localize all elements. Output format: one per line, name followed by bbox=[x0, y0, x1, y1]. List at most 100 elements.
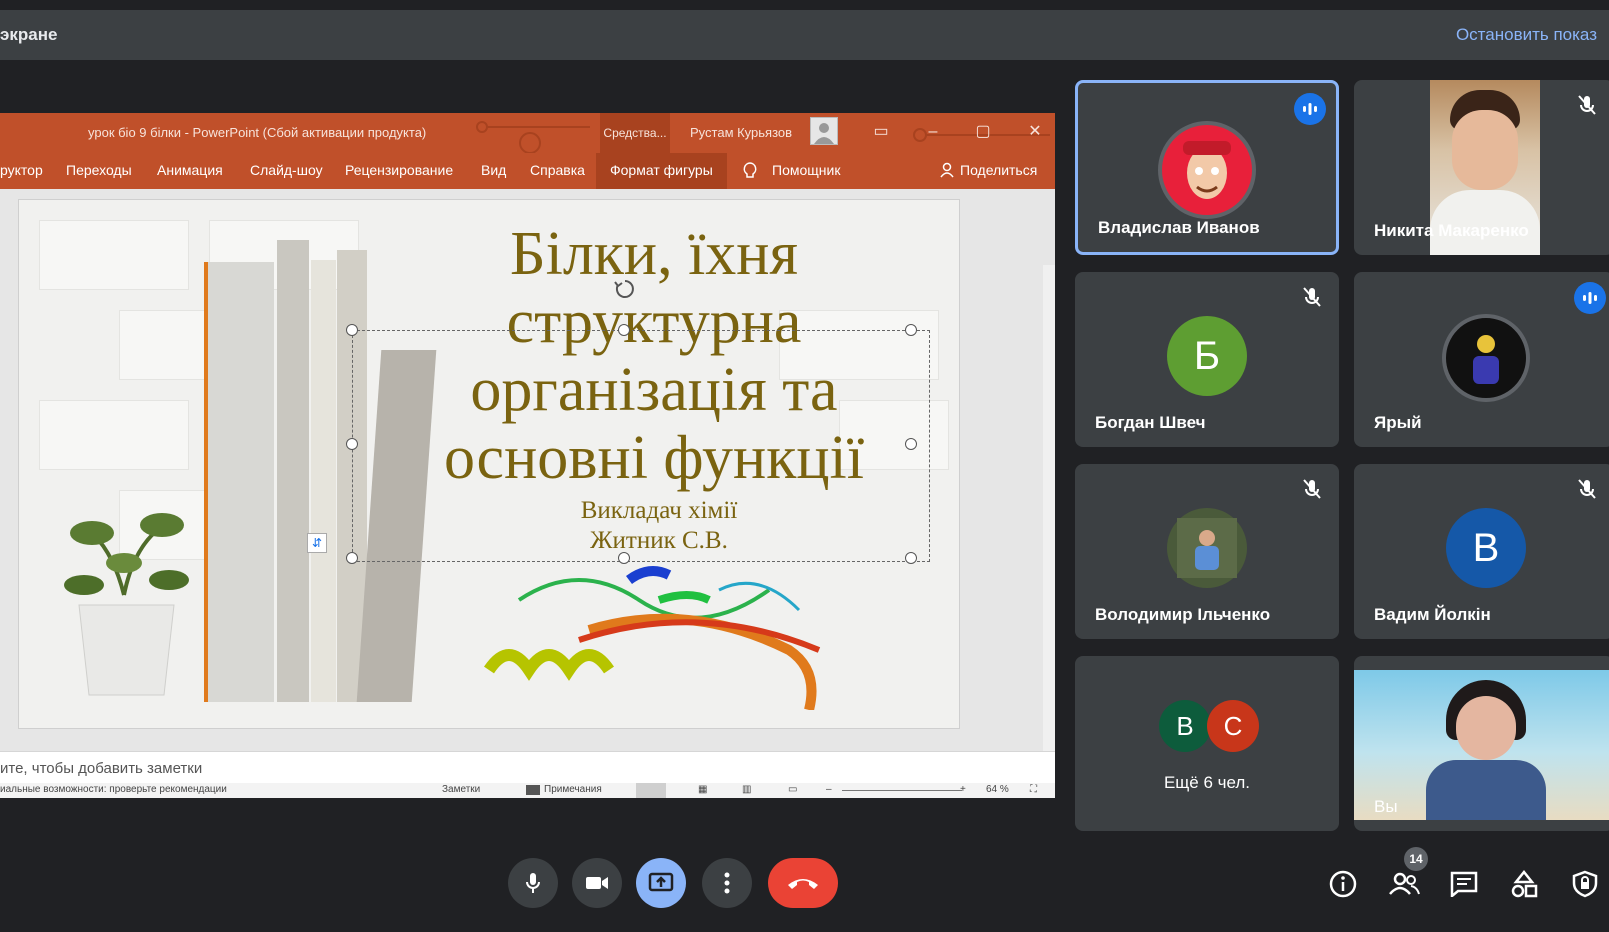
share-person-icon[interactable] bbox=[940, 162, 956, 181]
ppt-tools-tab[interactable]: Средства... bbox=[600, 113, 670, 153]
resize-handle[interactable] bbox=[346, 552, 358, 564]
slide-title-line: Білки, їхня bbox=[510, 220, 798, 288]
camera-icon bbox=[586, 877, 608, 889]
ppt-user-name[interactable]: Рустам Курьязов bbox=[690, 125, 792, 140]
profile-photo-icon bbox=[1473, 335, 1499, 384]
participant-tile-bohdan[interactable]: Б Богдан Швеч bbox=[1075, 272, 1339, 447]
tab-slideshow[interactable]: Слайд-шоу bbox=[250, 162, 323, 178]
chat-icon bbox=[1450, 871, 1478, 897]
close-icon[interactable]: ✕ bbox=[1024, 121, 1046, 143]
ribbon-display-options-icon[interactable]: ▭ bbox=[870, 121, 892, 143]
speaking-indicator-icon bbox=[1574, 282, 1606, 314]
comments-icon bbox=[526, 785, 540, 795]
avatar bbox=[1167, 508, 1247, 588]
hang-up-icon bbox=[788, 879, 818, 889]
ppt-share-button[interactable]: Поделиться bbox=[960, 162, 1037, 178]
activities-button[interactable] bbox=[1504, 864, 1544, 904]
rotate-handle-icon[interactable] bbox=[613, 278, 637, 302]
resize-handle[interactable] bbox=[346, 324, 358, 336]
resize-handle[interactable] bbox=[905, 552, 917, 564]
top-strip bbox=[0, 0, 1609, 10]
fit-slide-icon[interactable]: ⛶ bbox=[1030, 784, 1037, 795]
activities-icon bbox=[1511, 870, 1538, 898]
ppt-title-bar: урок біо 9 білки - PowerPoint (Сбой акти… bbox=[0, 113, 1055, 153]
banner-title: экране bbox=[0, 25, 58, 44]
tab-transitions[interactable]: Переходы bbox=[66, 162, 132, 178]
avatar: В bbox=[1446, 508, 1526, 588]
protein-structure-image bbox=[484, 566, 821, 710]
mic-off-icon bbox=[1578, 479, 1596, 499]
meeting-details-button[interactable] bbox=[1323, 864, 1363, 904]
tab-help[interactable]: Справка bbox=[530, 162, 585, 178]
participant-tile-volodymyr[interactable]: Володимир Ільченко bbox=[1075, 464, 1339, 639]
zoom-out-icon[interactable]: – bbox=[826, 784, 832, 795]
microphone-button[interactable] bbox=[508, 858, 558, 908]
people-icon bbox=[1389, 872, 1420, 895]
potted-plant-image bbox=[64, 513, 189, 696]
resize-handle[interactable] bbox=[905, 438, 917, 450]
book-image bbox=[277, 240, 309, 702]
notes-toggle-button[interactable]: Заметки bbox=[442, 784, 480, 795]
more-options-button[interactable] bbox=[702, 858, 752, 908]
participant-tile-self[interactable]: Вы bbox=[1354, 656, 1609, 831]
tab-shape-format[interactable]: Формат фигуры bbox=[596, 153, 727, 189]
resize-handle[interactable] bbox=[618, 324, 630, 336]
host-controls-button[interactable] bbox=[1565, 864, 1605, 904]
microphone-icon bbox=[526, 873, 540, 893]
mic-off-icon bbox=[1578, 95, 1596, 115]
camera-button[interactable] bbox=[572, 858, 622, 908]
wall-brick bbox=[39, 400, 189, 470]
participant-tile-nikita[interactable]: Никита Макаренко bbox=[1354, 80, 1609, 255]
zoom-level[interactable]: 64 % bbox=[986, 784, 1009, 795]
ppt-status-bar: иальные возможности: проверьте рекоменда… bbox=[0, 783, 1055, 798]
ppt-user-avatar[interactable] bbox=[810, 117, 838, 145]
slide-canvas[interactable]: Білки, їхня структурна організація та ос… bbox=[18, 199, 960, 729]
participant-tile-vadym[interactable]: В Вадим Йолкін bbox=[1354, 464, 1609, 639]
zoom-in-icon[interactable]: + bbox=[960, 784, 966, 795]
avatar bbox=[1158, 121, 1256, 219]
reading-view-icon[interactable]: ▥ bbox=[742, 784, 751, 795]
mic-off-icon bbox=[1303, 287, 1321, 307]
accessibility-status[interactable]: иальные возможности: проверьте рекоменда… bbox=[0, 784, 227, 795]
resize-handle[interactable] bbox=[346, 438, 358, 450]
selection-box[interactable] bbox=[352, 330, 930, 562]
avatar: С bbox=[1207, 700, 1259, 752]
present-screen-icon bbox=[648, 872, 674, 892]
user-silhouette-icon bbox=[814, 123, 834, 144]
tab-assistant[interactable]: Помощник bbox=[772, 162, 840, 178]
present-screen-button[interactable] bbox=[636, 858, 686, 908]
wall-brick bbox=[39, 220, 189, 290]
notes-pane[interactable]: ите, чтобы добавить заметки bbox=[0, 751, 1055, 783]
cartoon-face-icon bbox=[1183, 141, 1231, 199]
participant-tile-more[interactable]: В С Ещё 6 чел. bbox=[1075, 656, 1339, 831]
zoom-slider[interactable] bbox=[842, 790, 962, 791]
book-image bbox=[311, 260, 336, 702]
vertical-scrollbar[interactable] bbox=[1043, 265, 1055, 798]
stop-presenting-button[interactable]: Остановить показ bbox=[1456, 25, 1597, 45]
chat-button[interactable] bbox=[1444, 864, 1484, 904]
more-vert-icon bbox=[724, 872, 730, 894]
participant-tile-yaryi[interactable]: Ярый bbox=[1354, 272, 1609, 447]
participant-name: Никита Макаренко bbox=[1374, 221, 1529, 240]
participant-tile-vladyslav[interactable]: Владислав Иванов bbox=[1075, 80, 1339, 255]
avatar: Б bbox=[1167, 316, 1247, 396]
maximize-icon[interactable]: ▢ bbox=[972, 121, 994, 143]
leave-call-button[interactable] bbox=[768, 858, 838, 908]
mic-off-icon bbox=[1303, 479, 1321, 499]
tab-review[interactable]: Рецензирование bbox=[345, 162, 453, 178]
layout-options-icon[interactable]: ⇵ bbox=[307, 533, 327, 553]
shield-lock-icon bbox=[1572, 870, 1598, 898]
minimize-icon[interactable]: – bbox=[922, 121, 944, 143]
lightbulb-icon[interactable] bbox=[742, 162, 758, 183]
slide-sorter-icon[interactable]: ▦ bbox=[698, 784, 707, 795]
resize-handle[interactable] bbox=[618, 552, 630, 564]
normal-view-button[interactable] bbox=[636, 783, 666, 798]
tab-design[interactable]: руктор bbox=[0, 162, 43, 178]
comments-toggle-button[interactable]: Примечания bbox=[544, 784, 602, 795]
tab-view[interactable]: Вид bbox=[481, 162, 506, 178]
ppt-doc-title: урок біо 9 білки - PowerPoint (Сбой акти… bbox=[88, 125, 427, 140]
resize-handle[interactable] bbox=[905, 324, 917, 336]
slideshow-view-icon[interactable]: ▭ bbox=[788, 784, 797, 795]
tab-animation[interactable]: Анимация bbox=[157, 162, 223, 178]
ppt-editor-canvas: Білки, їхня структурна організація та ос… bbox=[0, 189, 1055, 798]
